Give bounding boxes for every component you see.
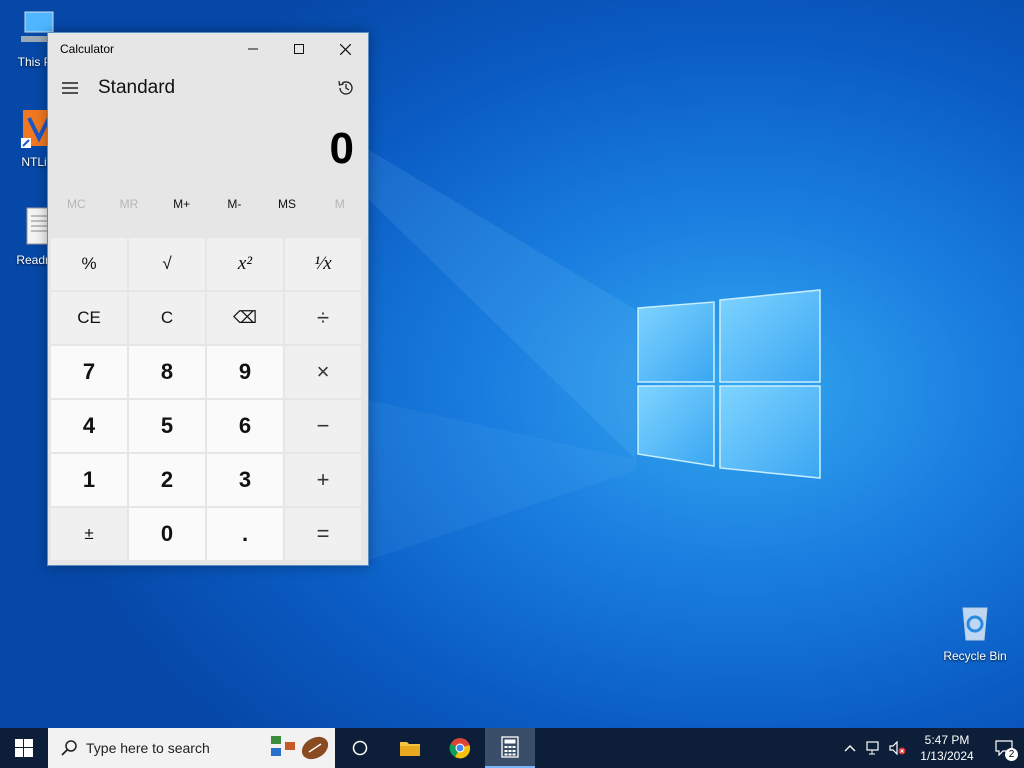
- percent-button[interactable]: %: [51, 238, 127, 290]
- action-center-button[interactable]: 2: [984, 728, 1024, 768]
- negate-button[interactable]: ±: [51, 508, 127, 560]
- windows-logo: [637, 289, 821, 479]
- digit-0-button[interactable]: 0: [129, 508, 205, 560]
- search-icon: [61, 740, 77, 756]
- cortana-circle-icon: [352, 740, 368, 756]
- square-root-button[interactable]: √: [129, 238, 205, 290]
- recycle-bin-icon: [962, 607, 988, 641]
- memory-row: MC MR M+ M- MS M: [48, 187, 368, 221]
- show-hidden-icons-button[interactable]: [838, 728, 862, 768]
- keypad: % √ x² ¹⁄x CE C ⌫ ÷ 7 8 9 × 4 5 6 − 1 2 …: [51, 238, 365, 560]
- taskbar-search-box[interactable]: Type here to search: [48, 728, 335, 768]
- folder-icon: [400, 742, 420, 756]
- file-explorer-button[interactable]: [385, 728, 435, 768]
- search-highlight-football-icon: [271, 736, 329, 760]
- calculator-icon: [501, 736, 519, 758]
- reciprocal-button[interactable]: ¹⁄x: [285, 238, 361, 290]
- clock[interactable]: 5:47 PM 1/13/2024: [910, 732, 984, 764]
- start-button[interactable]: [0, 728, 48, 768]
- navigation-menu-button[interactable]: [48, 68, 92, 108]
- minimize-icon: [248, 48, 258, 50]
- plus-button[interactable]: +: [285, 454, 361, 506]
- volume-muted-icon: [889, 741, 906, 755]
- multiply-button[interactable]: ×: [285, 346, 361, 398]
- digit-1-button[interactable]: 1: [51, 454, 127, 506]
- title-bar[interactable]: Calculator: [48, 33, 368, 65]
- equals-button[interactable]: =: [285, 508, 361, 560]
- clear-button[interactable]: C: [129, 292, 205, 344]
- desktop-icon-recycle-bin[interactable]: Recycle Bin: [940, 602, 1010, 663]
- hamburger-icon: [62, 82, 78, 94]
- system-tray: 5:47 PM 1/13/2024 2: [838, 728, 1024, 768]
- digit-5-button[interactable]: 5: [129, 400, 205, 452]
- calculator-window[interactable]: Calculator Standard 0 MC MR M+ M- MS M %…: [47, 32, 369, 566]
- clear-entry-button[interactable]: CE: [51, 292, 127, 344]
- desktop-icon-label: Recycle Bin: [943, 649, 1007, 663]
- square-button[interactable]: x²: [207, 238, 283, 290]
- memory-store-button[interactable]: MS: [261, 197, 314, 211]
- memory-list-button[interactable]: M: [313, 197, 366, 211]
- digit-8-button[interactable]: 8: [129, 346, 205, 398]
- history-icon: [338, 80, 353, 95]
- clock-time: 5:47 PM: [924, 733, 970, 747]
- close-button[interactable]: [322, 33, 368, 65]
- digit-4-button[interactable]: 4: [51, 400, 127, 452]
- mode-title: Standard: [98, 77, 176, 98]
- chrome-icon: [449, 738, 471, 759]
- result-display: 0: [329, 124, 354, 173]
- digit-7-button[interactable]: 7: [51, 346, 127, 398]
- digit-3-button[interactable]: 3: [207, 454, 283, 506]
- minus-button[interactable]: −: [285, 400, 361, 452]
- memory-clear-button[interactable]: MC: [50, 197, 103, 211]
- search-placeholder: Type here to search: [86, 740, 210, 756]
- digit-2-button[interactable]: 2: [129, 454, 205, 506]
- window-title: Calculator: [60, 42, 115, 56]
- network-button[interactable]: [862, 728, 886, 768]
- backspace-button[interactable]: ⌫: [207, 292, 283, 344]
- network-icon: [866, 741, 879, 755]
- volume-button[interactable]: [886, 728, 910, 768]
- windows-start-icon: [15, 739, 33, 757]
- digit-6-button[interactable]: 6: [207, 400, 283, 452]
- divide-button[interactable]: ÷: [285, 292, 361, 344]
- memory-recall-button[interactable]: MR: [103, 197, 156, 211]
- notification-badge: 2: [1005, 748, 1018, 761]
- minimize-button[interactable]: [230, 33, 276, 65]
- decimal-button[interactable]: .: [207, 508, 283, 560]
- chrome-button[interactable]: [435, 728, 485, 768]
- memory-subtract-button[interactable]: M-: [208, 197, 261, 211]
- history-button[interactable]: [326, 68, 366, 108]
- close-icon: [339, 43, 351, 55]
- memory-add-button[interactable]: M+: [155, 197, 208, 211]
- task-view-button[interactable]: [335, 728, 385, 768]
- maximize-button[interactable]: [276, 33, 322, 65]
- clock-date: 1/13/2024: [920, 749, 974, 763]
- calculator-taskbar-button[interactable]: [485, 728, 535, 768]
- maximize-icon: [294, 44, 304, 54]
- chevron-up-icon: [844, 745, 856, 752]
- digit-9-button[interactable]: 9: [207, 346, 283, 398]
- taskbar: Type here to search 5:47 PM 1/13/2024 2: [0, 728, 1024, 768]
